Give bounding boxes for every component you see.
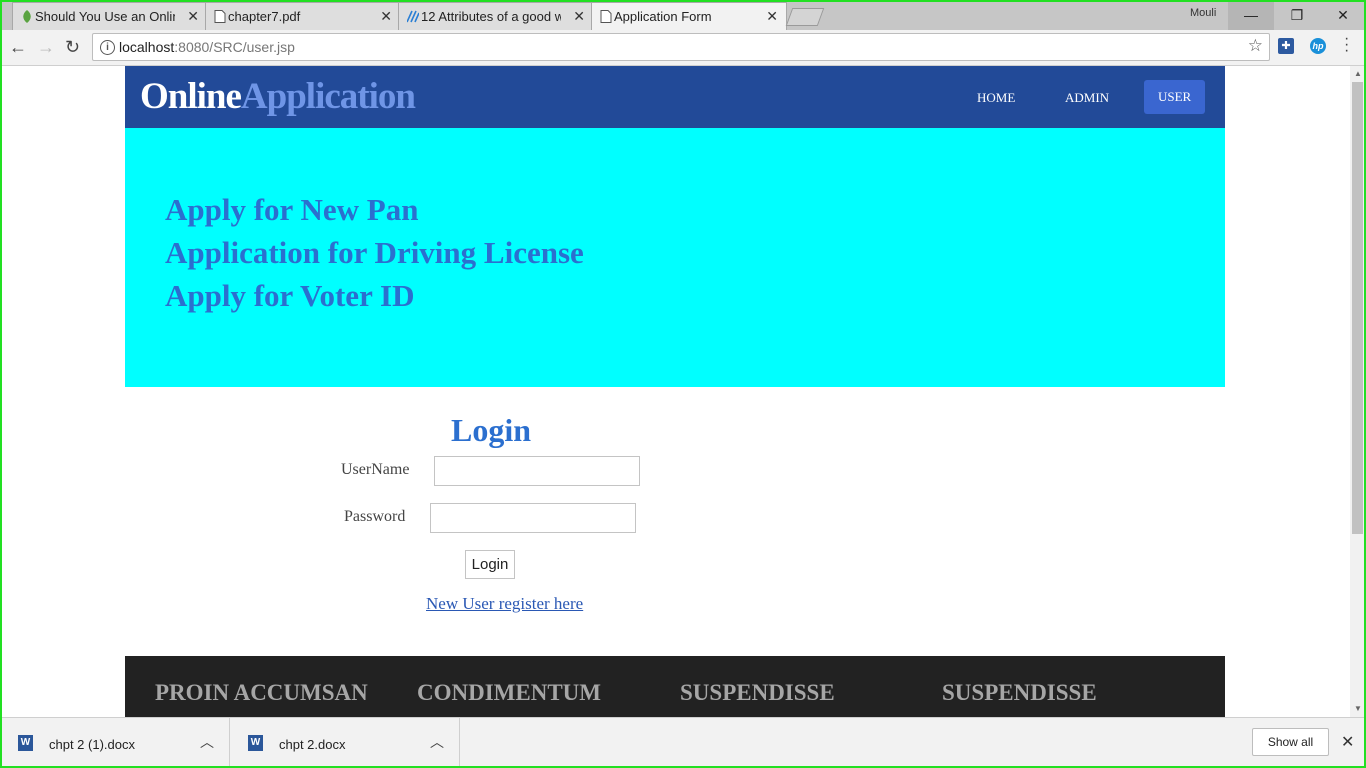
new-tab-button[interactable] [785, 8, 825, 26]
page-scrollbar[interactable]: ▲ ▼ [1350, 66, 1366, 717]
tab-chapter7[interactable]: chapter7.pdf ✕ [205, 2, 401, 30]
close-icon[interactable]: ✕ [1341, 732, 1354, 752]
document-icon [214, 10, 226, 23]
extension-puzzle-icon[interactable]: ✚ [1278, 38, 1294, 54]
close-icon[interactable]: ✕ [187, 8, 199, 25]
password-label: Password [344, 508, 406, 525]
restore-button[interactable]: ❐ [1274, 0, 1320, 30]
minimize-button[interactable]: — [1228, 0, 1274, 30]
tab-application-form[interactable]: Application Form ✕ [591, 2, 787, 30]
chevron-up-icon[interactable]: ︿ [430, 732, 444, 752]
nav-home[interactable]: HOME [977, 90, 1015, 106]
link-new-pan[interactable]: Apply for New Pan [165, 192, 418, 228]
tab-title: Should You Use an Online [35, 9, 175, 24]
reload-icon[interactable]: ↻ [65, 37, 80, 58]
download-item[interactable]: W chpt 2 (1).docx ︿ [0, 718, 230, 768]
services-banner: Apply for New Pan Application for Drivin… [125, 128, 1225, 387]
tab-attributes[interactable]: 12 Attributes of a good w ✕ [398, 2, 594, 30]
username-input[interactable] [434, 456, 640, 486]
footer-column-title: PROIN ACCUMSAN [155, 680, 368, 705]
forward-icon[interactable]: → [37, 37, 55, 58]
address-bar[interactable]: i localhost:8080/SRC/user.jsp ☆ [92, 33, 1270, 61]
menu-icon[interactable]: · · · [1344, 31, 1349, 59]
password-input[interactable] [430, 503, 636, 533]
word-doc-icon: W [18, 735, 33, 751]
close-icon[interactable]: ✕ [573, 8, 585, 25]
site-footer: PROIN ACCUMSAN CONDIMENTUM SUSPENDISSE S… [125, 656, 1225, 717]
link-voter-id[interactable]: Apply for Voter ID [165, 278, 414, 314]
site-header: OnlineApplication HOME ADMIN USER [125, 66, 1225, 128]
bookmark-star-icon[interactable]: ☆ [1248, 36, 1263, 56]
site-logo[interactable]: OnlineApplication [140, 75, 416, 118]
close-window-button[interactable]: ✕ [1320, 0, 1366, 30]
download-filename: chpt 2 (1).docx [49, 737, 135, 752]
info-icon[interactable]: i [100, 40, 115, 55]
chevron-up-icon[interactable]: ︿ [200, 732, 214, 752]
tab-title: Application Form [614, 9, 712, 24]
link-driving-license[interactable]: Application for Driving License [165, 235, 584, 271]
nav-admin[interactable]: ADMIN [1065, 90, 1109, 106]
tab-title: chapter7.pdf [228, 9, 301, 24]
tab-title: 12 Attributes of a good w [421, 9, 561, 24]
footer-column-title: SUSPENDISSE [680, 680, 835, 705]
profile-name[interactable]: Mouli [1190, 7, 1216, 19]
login-title: Login [451, 412, 532, 448]
scroll-down-icon[interactable]: ▼ [1354, 704, 1362, 713]
tab-strip: Should You Use an Online ✕ chapter7.pdf … [0, 0, 1366, 30]
footer-column-title: CONDIMENTUM [417, 680, 601, 705]
url-text[interactable]: localhost:8080/SRC/user.jsp [119, 39, 295, 55]
scrollbar-thumb[interactable] [1352, 82, 1363, 534]
username-label: UserName [341, 461, 410, 478]
tab-online-article[interactable]: Should You Use an Online ✕ [12, 2, 208, 30]
nav-user[interactable]: USER [1144, 80, 1206, 114]
stripes-icon [407, 10, 419, 23]
show-all-button[interactable]: Show all [1252, 728, 1329, 756]
word-doc-icon: W [248, 735, 263, 751]
download-item[interactable]: W chpt 2.docx ︿ [230, 718, 460, 768]
page-viewport: OnlineApplication HOME ADMIN USER Apply … [0, 66, 1350, 717]
leaf-icon [23, 10, 31, 23]
register-link[interactable]: New User register here [426, 594, 583, 614]
browser-toolbar: ← → ↻ i localhost:8080/SRC/user.jsp ☆ ✚ … [0, 30, 1366, 66]
back-icon[interactable]: ← [9, 37, 27, 58]
download-filename: chpt 2.docx [279, 737, 346, 752]
hp-extension-icon[interactable]: hp [1310, 38, 1326, 54]
document-icon [600, 10, 612, 23]
download-shelf: W chpt 2 (1).docx ︿ W chpt 2.docx ︿ Show… [0, 717, 1366, 768]
login-button[interactable]: Login [465, 550, 515, 579]
close-icon[interactable]: ✕ [766, 8, 778, 25]
scroll-up-icon[interactable]: ▲ [1354, 69, 1362, 78]
close-icon[interactable]: ✕ [380, 8, 392, 25]
footer-column-title: SUSPENDISSE [942, 680, 1097, 705]
